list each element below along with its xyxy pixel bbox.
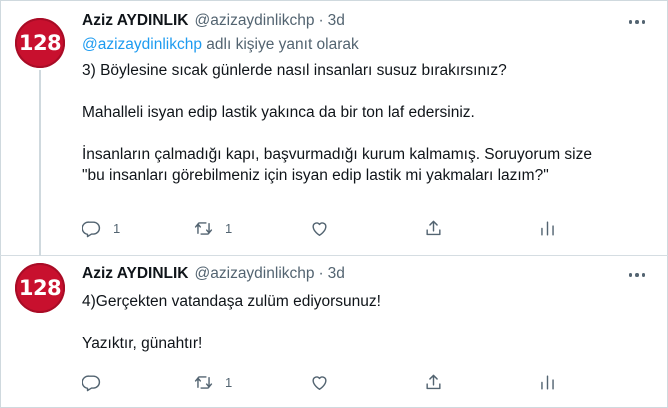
reply-icon	[82, 374, 101, 391]
tweet-content: Aziz AYDINLIK @azizaydinlikchp · 3d @azi…	[82, 12, 648, 186]
analytics-button[interactable]	[538, 219, 557, 238]
author-name[interactable]: Aziz AYDINLIK	[82, 265, 189, 283]
analytics-button[interactable]	[538, 373, 557, 392]
reply-mention-link[interactable]: @azizaydinlikchp	[82, 36, 202, 53]
more-icon[interactable]	[626, 14, 648, 30]
retweet-icon	[194, 221, 213, 235]
tweet-text: 4)Gerçekten vatandaşa zulüm ediyorsunuz!…	[82, 291, 648, 354]
share-button[interactable]	[424, 373, 443, 392]
share-button[interactable]	[424, 219, 443, 238]
like-icon	[312, 375, 327, 390]
avatar[interactable]: 128	[15, 263, 65, 313]
reply-icon	[82, 220, 101, 237]
tweet-header: Aziz AYDINLIK @azizaydinlikchp · 3d	[82, 12, 648, 34]
retweet-button[interactable]: 1	[194, 219, 232, 238]
tweet-1[interactable]: 128 Aziz AYDINLIK @azizaydinlikchp · 3d …	[0, 0, 668, 256]
separator-dot: ·	[318, 265, 324, 282]
tweet-line: 3) Böylesine sıcak günlerde nasıl insanl…	[82, 62, 507, 79]
separator-dot: ·	[318, 12, 324, 29]
like-button[interactable]	[310, 373, 329, 392]
tweet-line: "bu insanları görebilmeniz için isyan ed…	[82, 167, 549, 184]
avatar[interactable]: 128	[15, 18, 65, 68]
retweet-count: 1	[225, 220, 233, 236]
retweet-count: 1	[225, 374, 233, 390]
tweet-line: İnsanların çalmadığı kapı, başvurmadığı …	[82, 146, 592, 163]
tweet-header: Aziz AYDINLIK @azizaydinlikchp · 3d	[82, 265, 648, 287]
timestamp[interactable]: 3d	[328, 12, 345, 30]
analytics-icon	[541, 374, 554, 390]
tweet-content: Aziz AYDINLIK @azizaydinlikchp · 3d 4)Ge…	[82, 265, 648, 354]
thread-connector-line	[39, 70, 41, 256]
author-name[interactable]: Aziz AYDINLIK	[82, 12, 189, 30]
tweet-line: Mahalleli isyan edip lastik yakınca da b…	[82, 104, 475, 121]
analytics-icon	[541, 220, 554, 236]
tweet-line: Yazıktır, günahtır!	[82, 335, 203, 352]
share-icon	[426, 220, 441, 235]
tweet-actions: 1 1	[82, 218, 562, 238]
more-icon[interactable]	[626, 267, 648, 283]
replying-to: @azizaydinlikchp adlı kişiye yanıt olara…	[82, 36, 648, 60]
reply-button[interactable]	[82, 373, 101, 392]
share-icon	[426, 374, 441, 389]
retweet-icon	[194, 375, 213, 389]
tweet-line: 4)Gerçekten vatandaşa zulüm ediyorsunuz!	[82, 293, 381, 310]
reply-button[interactable]: 1	[82, 219, 120, 238]
tweet-2[interactable]: 128 Aziz AYDINLIK @azizaydinlikchp · 3d …	[0, 256, 668, 408]
like-button[interactable]	[310, 219, 329, 238]
tweet-actions: 1	[82, 372, 562, 392]
reply-to-label: adlı kişiye yanıt olarak	[201, 36, 359, 53]
like-icon	[312, 221, 327, 236]
author-handle[interactable]: @azizaydinlikchp	[195, 12, 315, 30]
tweet-text: 3) Böylesine sıcak günlerde nasıl insanl…	[82, 60, 648, 186]
reply-count: 1	[113, 220, 121, 236]
retweet-button[interactable]: 1	[194, 373, 232, 392]
author-handle[interactable]: @azizaydinlikchp	[195, 265, 315, 283]
timestamp[interactable]: 3d	[328, 265, 345, 283]
